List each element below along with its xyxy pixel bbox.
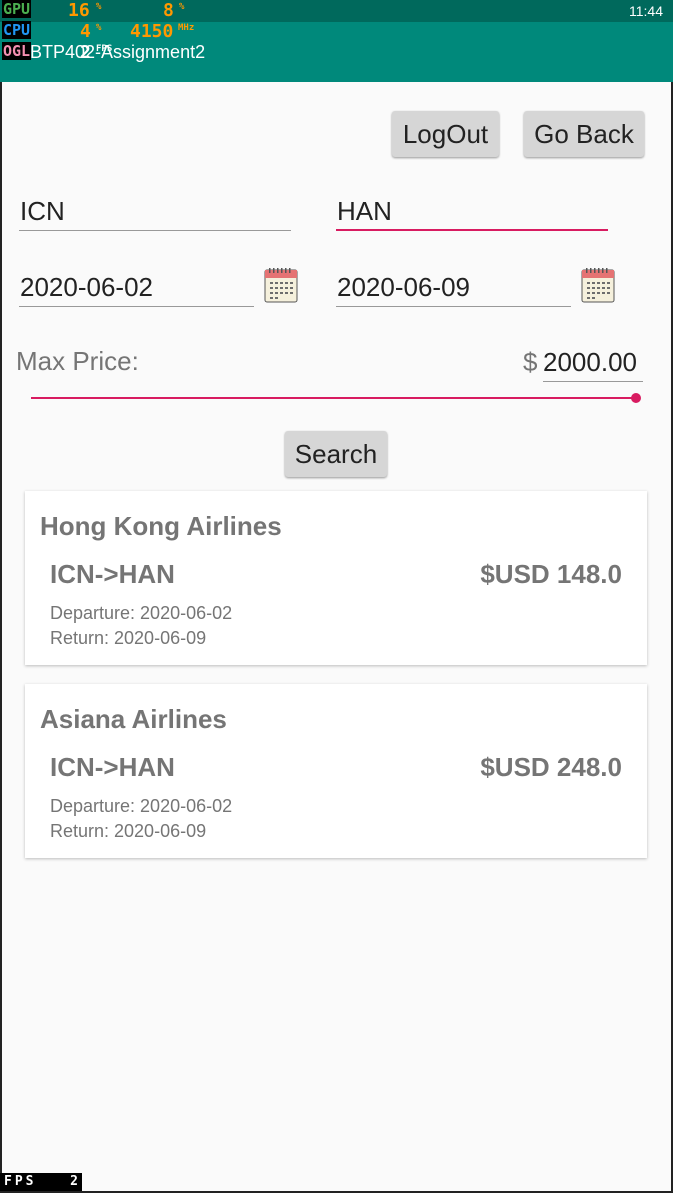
search-button[interactable]: Search (285, 431, 387, 477)
return-date-value: 2020-06-09 (337, 272, 470, 302)
return-date-underline (336, 306, 571, 307)
overlay-cpu-freq-unit: MHz (178, 23, 195, 33)
overlay-ogl-value: 2 (80, 42, 91, 63)
currency-symbol: $ (523, 347, 538, 377)
destination-value: HAN (337, 196, 392, 226)
overlay-gpu-value2: 8 (163, 0, 174, 21)
overlay-gpu-value: 16 (68, 0, 90, 21)
calendar-icon[interactable] (581, 267, 615, 303)
overlay-ogl-unit: FPS (96, 44, 113, 54)
max-price-slider[interactable] (31, 388, 641, 408)
departure-date-underline (19, 306, 254, 307)
fps-value: 2 (70, 1174, 78, 1189)
fps-counter: FPS 2 (0, 1173, 82, 1191)
departure-date-value: 2020-06-02 (20, 272, 153, 302)
max-price-value: 2000.00 (543, 347, 637, 377)
max-price-underline (543, 381, 643, 382)
max-price-label: Max Price: (16, 346, 139, 376)
departure-date: Departure: 2020-06-02 (50, 603, 233, 623)
go-back-button[interactable]: Go Back (524, 111, 644, 157)
status-time: 11:44 (629, 3, 663, 19)
slider-track (31, 397, 636, 399)
destination-underline (336, 229, 608, 231)
flight-result-card[interactable]: Hong Kong Airlines ICN->HAN $USD 148.0 D… (25, 491, 647, 665)
overlay-gpu-unit2: % (179, 2, 185, 12)
origin-underline (19, 230, 291, 231)
calendar-icon[interactable] (264, 267, 298, 303)
return-date: Return: 2020-06-09 (50, 821, 207, 841)
overlay-cpu-value: 4 (80, 21, 91, 42)
flight-price: $USD 248.0 (480, 752, 622, 782)
overlay-gpu-unit: % (96, 2, 102, 12)
app-title: BTP402-Assignment2 (30, 42, 206, 62)
return-date: Return: 2020-06-09 (50, 628, 207, 648)
flight-price: $USD 148.0 (480, 559, 622, 589)
overlay-ogl-label: OGL (2, 42, 32, 60)
flight-route: ICN->HAN (50, 752, 175, 782)
flight-result-card[interactable]: Asiana Airlines ICN->HAN $USD 248.0 Depa… (25, 684, 647, 858)
overlay-cpu-label: CPU (2, 21, 32, 39)
airline-name: Hong Kong Airlines (40, 511, 282, 541)
fps-label: FPS (4, 1174, 37, 1189)
departure-date: Departure: 2020-06-02 (50, 796, 233, 816)
overlay-cpu-freq: 4150 (130, 21, 174, 42)
logout-button[interactable]: LogOut (392, 111, 499, 157)
slider-thumb[interactable] (631, 393, 641, 403)
overlay-gpu-label: GPU (2, 0, 32, 18)
overlay-cpu-unit: % (96, 23, 102, 33)
flight-route: ICN->HAN (50, 559, 175, 589)
airline-name: Asiana Airlines (40, 704, 227, 734)
origin-value: ICN (20, 196, 65, 226)
